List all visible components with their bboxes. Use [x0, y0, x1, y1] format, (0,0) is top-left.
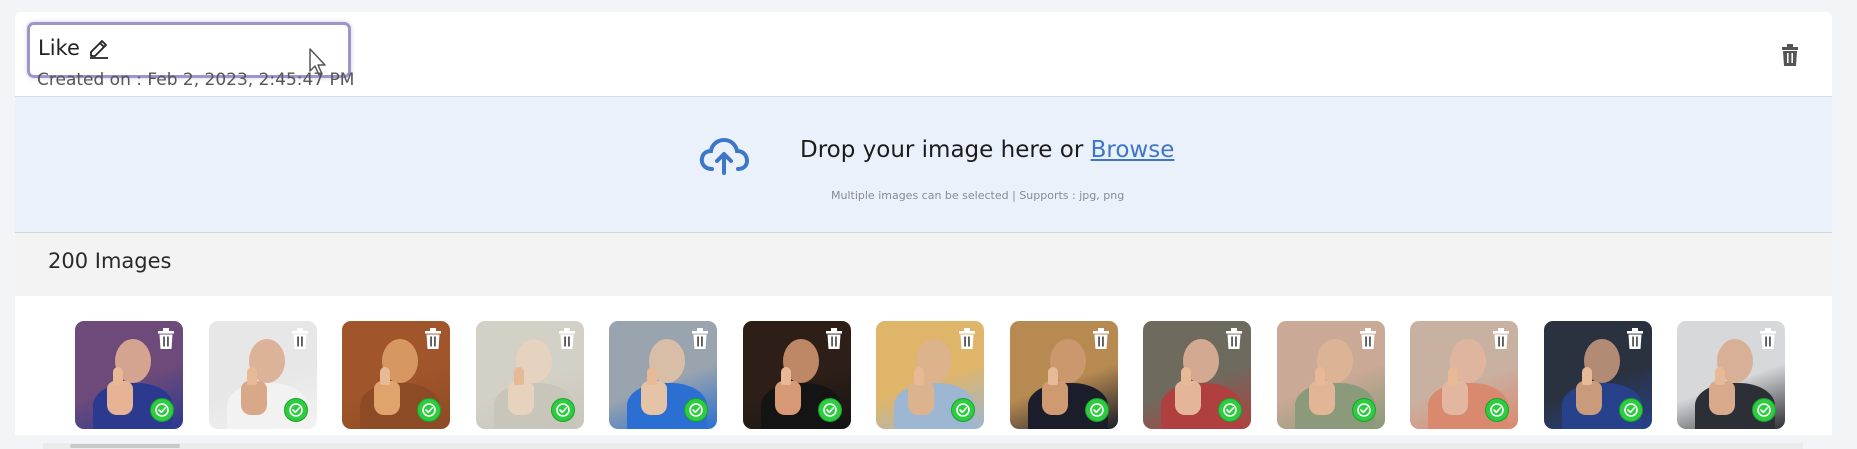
check-circle-icon	[817, 398, 842, 422]
trash-icon[interactable]	[1359, 328, 1377, 349]
class-card: Like Created on : Feb 2, 2023, 2:45:47 P…	[15, 12, 1832, 449]
trash-icon[interactable]	[825, 328, 843, 349]
trash-icon[interactable]	[1092, 328, 1110, 349]
trash-icon[interactable]	[558, 328, 576, 349]
trash-icon[interactable]	[1759, 328, 1777, 349]
trash-icon[interactable]	[1225, 328, 1243, 349]
image-thumbnail[interactable]	[1143, 321, 1251, 429]
check-circle-icon	[1618, 398, 1643, 422]
thumbs-up-gesture	[107, 367, 133, 415]
image-count-bar: 200 Images	[15, 233, 1832, 296]
image-thumbnail[interactable]	[609, 321, 717, 429]
trash-icon[interactable]	[1626, 328, 1644, 349]
delete-class-trash-icon[interactable]	[1780, 44, 1800, 66]
browse-link[interactable]: Browse	[1091, 137, 1175, 163]
horizontal-scrollbar-track[interactable]	[43, 443, 1803, 449]
check-circle-icon	[150, 398, 174, 422]
trash-icon[interactable]	[691, 328, 709, 349]
image-drop-zone[interactable]: Drop your image here or Browse Multiple …	[15, 97, 1832, 233]
thumbs-up-gesture	[374, 367, 400, 415]
check-circle-icon	[550, 398, 575, 422]
check-circle-icon	[951, 398, 975, 422]
image-thumbnail[interactable]	[876, 321, 984, 429]
thumbs-up-gesture	[908, 367, 934, 415]
trash-icon[interactable]	[1492, 328, 1510, 349]
drop-prompt-text: Drop your image here or	[800, 137, 1091, 163]
thumbs-up-gesture	[774, 367, 801, 415]
cloud-upload-icon	[699, 137, 749, 175]
image-thumbnail[interactable]	[1410, 321, 1518, 429]
thumbs-up-gesture	[1442, 367, 1468, 415]
upload-hint: Multiple images can be selected | Suppor…	[831, 189, 1125, 202]
thumbs-up-gesture	[641, 367, 667, 415]
thumbnail-strip	[15, 296, 1832, 449]
check-circle-icon	[1084, 398, 1109, 422]
created-timestamp: Created on : Feb 2, 2023, 2:45:47 PM	[37, 70, 355, 90]
check-circle-icon	[283, 398, 308, 422]
image-thumbnail[interactable]	[742, 321, 851, 429]
thumbs-up-gesture	[1575, 367, 1602, 415]
thumbs-up-gesture	[507, 367, 534, 415]
check-circle-icon	[1218, 398, 1242, 422]
class-name-value[interactable]: Like	[38, 36, 80, 60]
image-thumbnail[interactable]	[1543, 321, 1652, 429]
check-circle-icon	[1351, 398, 1376, 422]
check-circle-icon	[1485, 398, 1509, 422]
check-circle-icon	[1752, 398, 1776, 422]
trash-icon[interactable]	[424, 328, 442, 349]
image-thumbnail[interactable]	[475, 321, 584, 429]
image-thumbnail[interactable]	[1276, 321, 1385, 429]
thumbs-up-gesture	[1175, 367, 1201, 415]
image-thumbnail[interactable]	[75, 321, 183, 429]
card-header: Like Created on : Feb 2, 2023, 2:45:47 P…	[15, 12, 1832, 97]
thumbs-up-gesture	[1308, 367, 1335, 415]
pencil-icon[interactable]	[87, 36, 111, 60]
check-circle-icon	[417, 398, 441, 422]
horizontal-scrollbar-thumb[interactable]	[70, 444, 180, 448]
image-count: 200 Images	[48, 249, 172, 273]
thumbs-up-gesture	[1041, 367, 1068, 415]
check-circle-icon	[684, 398, 708, 422]
image-thumbnail[interactable]	[208, 321, 317, 429]
trash-icon[interactable]	[157, 328, 175, 349]
image-thumbnail[interactable]	[1677, 321, 1785, 429]
trash-icon[interactable]	[291, 328, 309, 349]
drop-instructions: Drop your image here or Browse	[800, 137, 1174, 163]
thumbs-up-gesture	[240, 367, 267, 415]
image-thumbnail[interactable]	[342, 321, 450, 429]
image-thumbnail[interactable]	[1009, 321, 1118, 429]
thumbs-up-gesture	[1709, 367, 1735, 415]
trash-icon[interactable]	[958, 328, 976, 349]
